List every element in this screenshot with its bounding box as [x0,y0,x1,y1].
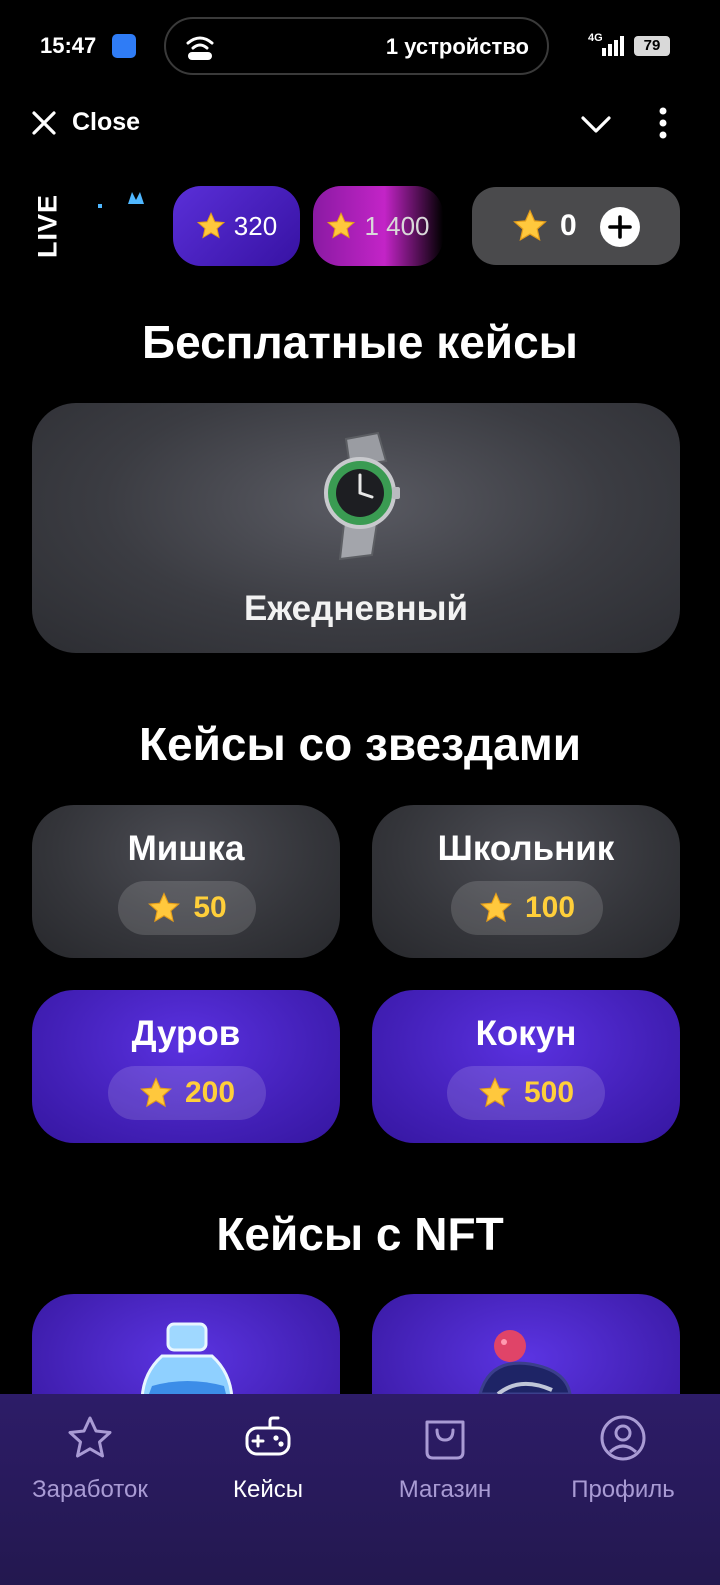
status-bar: 15:47 1 устройство 4G 79 [0,0,720,92]
star-icon [513,209,547,242]
more-menu-icon[interactable] [655,106,671,140]
case-price: 100 [451,881,603,935]
star-case-card[interactable]: Кокун 500 [372,990,680,1143]
signal-icon [602,36,624,56]
tab-label: Кейсы [233,1476,303,1503]
star-balance[interactable]: 0 [472,187,680,265]
bottom-tab-bar: Заработок Кейсы Магазин Профиль [0,1394,720,1585]
wifi-hotspot-icon [186,36,214,60]
star-icon [327,212,356,239]
tab-cases[interactable]: Кейсы [178,1394,358,1534]
star-case-card[interactable]: Школьник 100 [372,805,680,958]
price-value: 200 [184,1076,236,1109]
live-drop-chip[interactable]: 320 [173,186,300,266]
profile-icon [600,1415,646,1461]
battery-indicator: 79 [634,36,670,56]
case-price: 500 [447,1066,605,1120]
daily-case-label: Ежедневный [243,589,469,628]
watch-image [324,431,400,561]
plus-icon [608,215,632,239]
tab-label: Профиль [571,1476,675,1503]
star-icon [196,212,225,239]
tab-profile[interactable]: Профиль [533,1394,713,1534]
mini-app-header: Close [0,100,720,150]
chip-value: 320 [233,210,278,241]
close-label: Close [72,108,141,136]
add-stars-button[interactable] [600,207,640,247]
star-case-card[interactable]: Мишка 50 [32,805,340,958]
price-value: 500 [523,1076,575,1109]
case-price: 50 [118,881,256,935]
chip-value: 1 400 [364,210,430,241]
chevron-down-icon[interactable] [580,110,612,138]
free-cases-title: Бесплатные кейсы [142,316,578,368]
star-outline-icon [68,1416,112,1458]
status-time: 15:47 [40,33,97,58]
price-value: 50 [193,891,227,924]
case-name: Дуров [131,1014,241,1053]
notification-app-icon [112,34,136,58]
dynamic-island[interactable]: 1 устройство [164,17,549,75]
close-button[interactable]: Close [30,108,140,137]
daily-case-card[interactable]: Ежедневный [32,403,680,653]
tab-label: Заработок [32,1476,148,1503]
close-icon [32,110,56,135]
live-drop-image [98,192,144,208]
case-price: 200 [108,1066,266,1120]
shopping-bag-icon [425,1420,465,1460]
star-cases-title: Кейсы со звездами [138,718,582,770]
star-icon [139,1077,172,1108]
star-case-card[interactable]: Дуров 200 [32,990,340,1143]
case-name: Кокун [475,1014,577,1053]
gamepad-icon [245,1416,291,1456]
tab-label: Магазин [398,1476,492,1503]
star-icon [148,892,181,923]
tab-shop[interactable]: Магазин [355,1394,535,1534]
nft-cases-title: Кейсы с NFT [216,1208,504,1260]
star-icon [478,1077,511,1108]
case-name: Школьник [437,829,615,868]
tab-earnings[interactable]: Заработок [0,1394,180,1534]
case-name: Мишка [127,829,245,868]
price-value: 100 [524,891,576,924]
balance-value: 0 [560,209,577,242]
live-label: LIVE [32,193,63,259]
island-text: 1 устройство [385,34,529,59]
star-icon [479,892,512,923]
live-drop-chip[interactable]: 1 400 [313,186,443,266]
